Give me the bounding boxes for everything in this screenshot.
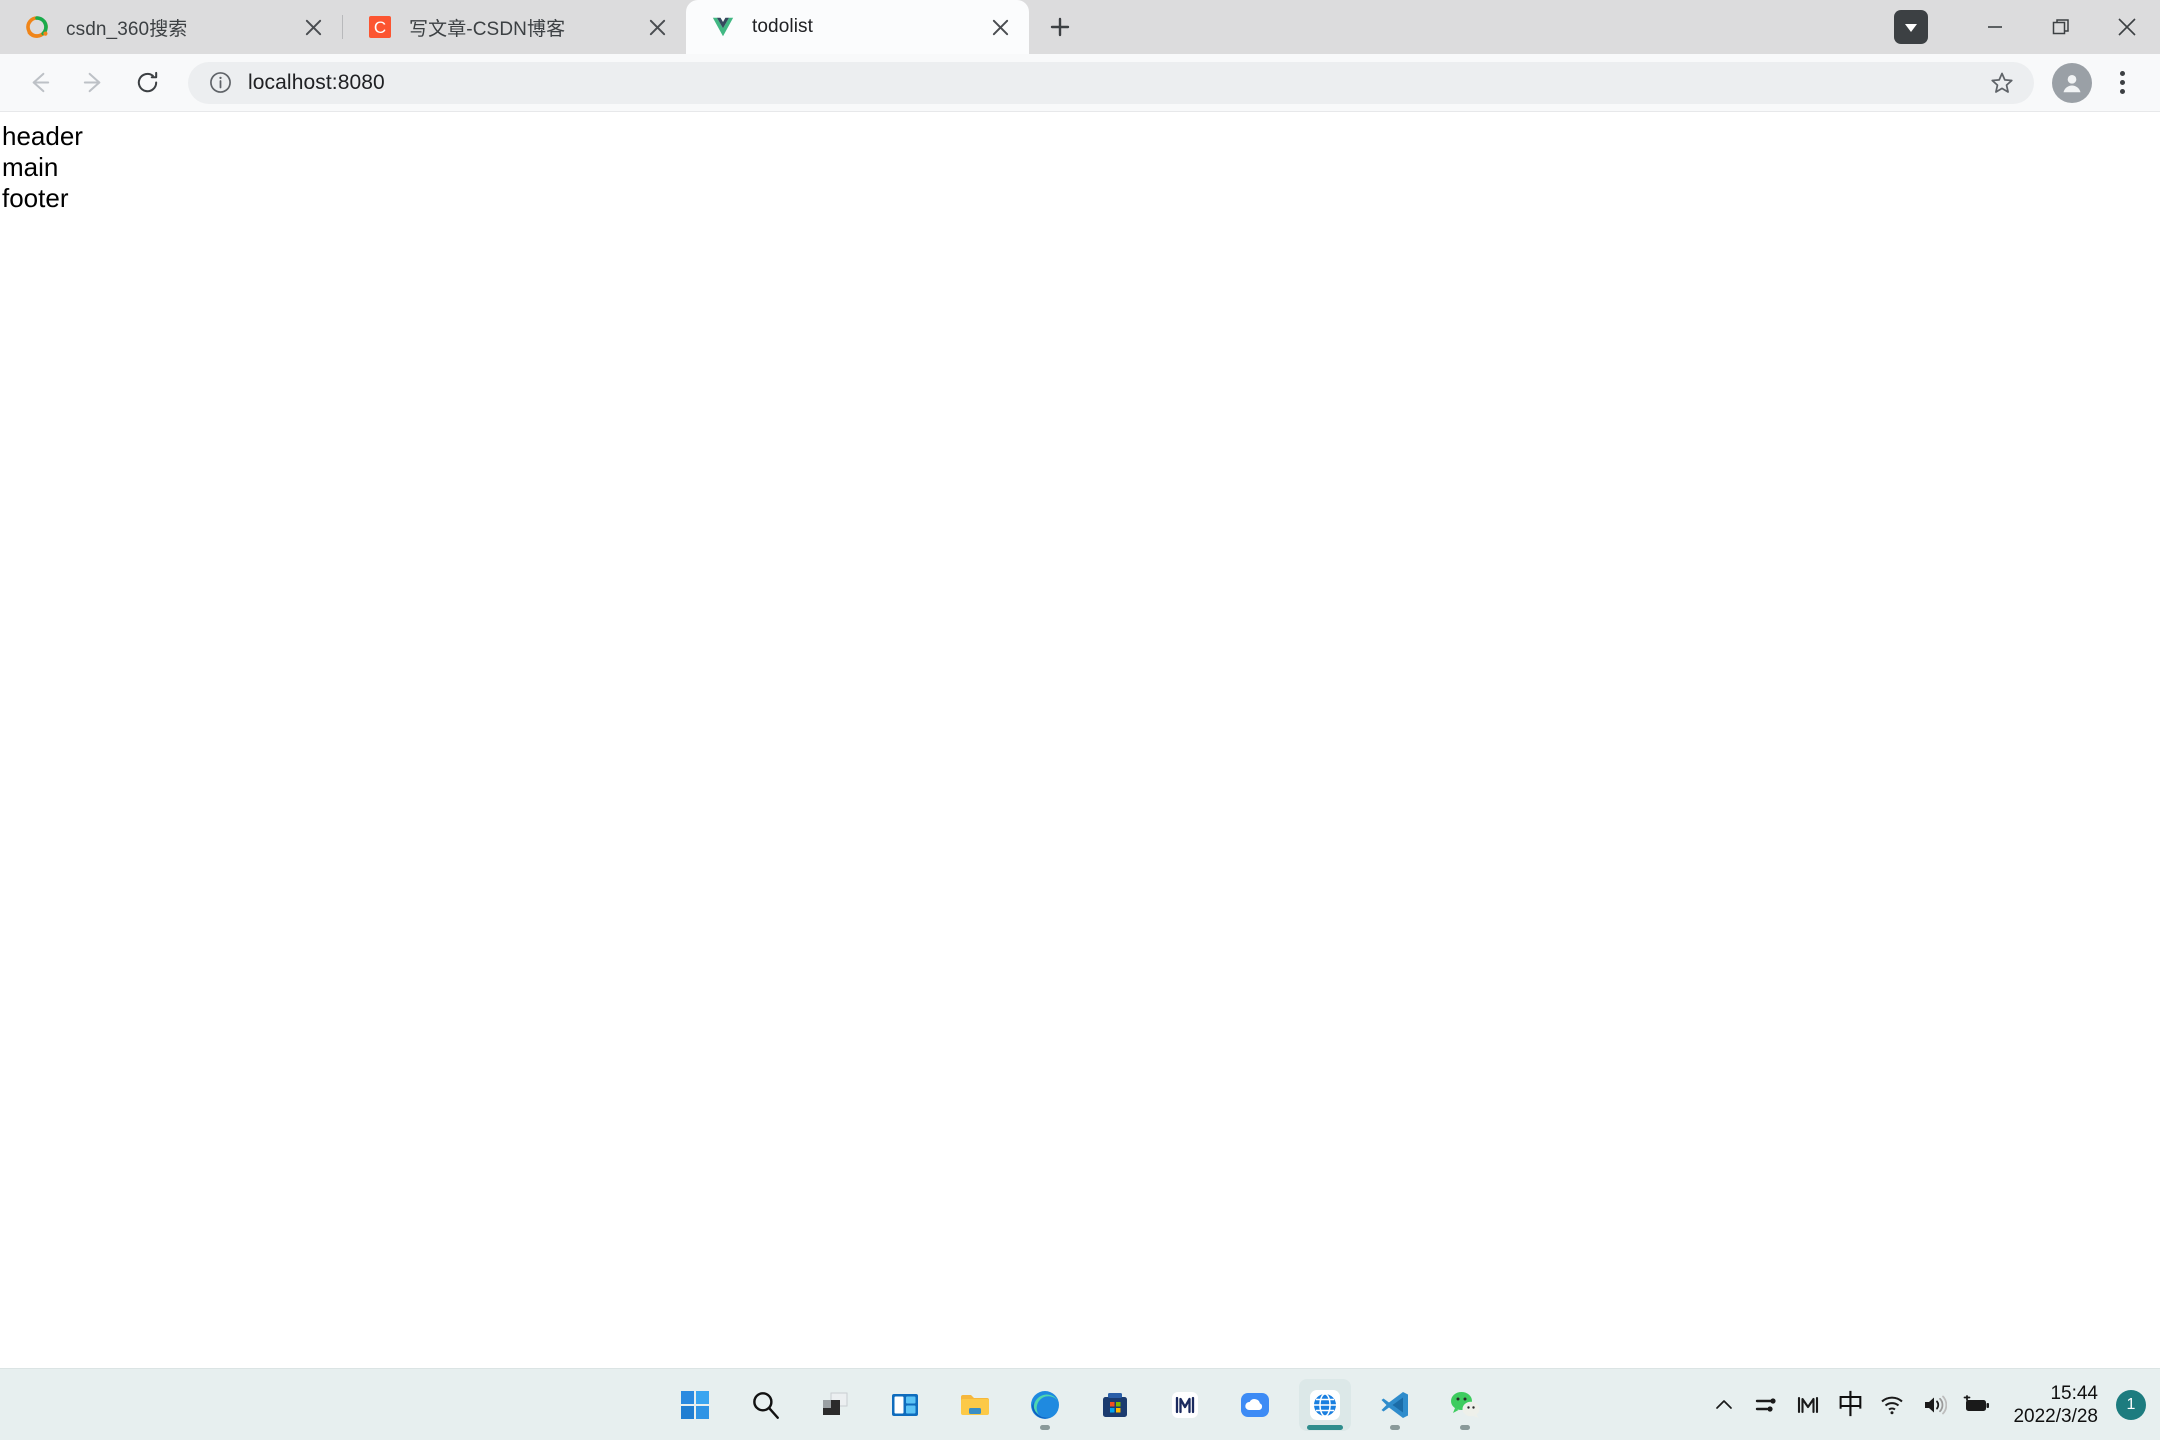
battery-charging-icon[interactable]: [1955, 1369, 1997, 1441]
tab-close-button[interactable]: [981, 8, 1019, 46]
page-text-footer: footer: [2, 183, 2160, 214]
forward-arrow-icon[interactable]: [66, 56, 120, 110]
tab-search-icon[interactable]: [1894, 10, 1928, 44]
reload-icon[interactable]: [120, 56, 174, 110]
running-indicator: [1040, 1425, 1050, 1430]
menu-dot: [2120, 80, 2125, 85]
file-explorer-button[interactable]: [949, 1379, 1001, 1431]
tab-close-button[interactable]: [294, 8, 332, 46]
ime-indicator[interactable]: 中: [1829, 1369, 1871, 1441]
clock-time: 15:44: [2050, 1382, 2098, 1405]
address-bar[interactable]: localhost:8080: [188, 62, 2034, 104]
maximize-button[interactable]: [2028, 0, 2094, 54]
wechat-button[interactable]: [1439, 1379, 1491, 1431]
clock[interactable]: 15:44 2022/3/28: [1997, 1382, 2112, 1428]
page-text-main: main: [2, 152, 2160, 183]
minimize-button[interactable]: [1962, 0, 2028, 54]
tab-csdn-360-search[interactable]: csdn_360搜索: [0, 0, 343, 54]
mathtype-tray-icon[interactable]: [1787, 1369, 1829, 1441]
360-search-icon: [24, 14, 50, 40]
tab-close-button[interactable]: [638, 8, 676, 46]
menu-dot: [2120, 89, 2125, 94]
tab-strip: csdn_360搜索 C 写文章-CSDN博客: [0, 0, 2160, 54]
avatar[interactable]: [2052, 63, 2092, 103]
edge-button[interactable]: [1019, 1379, 1071, 1431]
sliders-icon[interactable]: [1745, 1369, 1787, 1441]
tab-title: 写文章-CSDN博客: [409, 14, 638, 41]
clock-date: 2022/3/28: [2013, 1405, 2098, 1428]
browser-toolbar: localhost:8080: [0, 54, 2160, 112]
search-button[interactable]: [739, 1379, 791, 1431]
csdn-icon: C: [367, 14, 393, 40]
tab-title: todolist: [752, 16, 981, 38]
info-icon[interactable]: [206, 69, 234, 97]
wifi-icon[interactable]: [1871, 1369, 1913, 1441]
windows-taskbar: 中 15:44 2022: [0, 1368, 2160, 1440]
vscode-button[interactable]: [1369, 1379, 1421, 1431]
running-indicator: [1390, 1425, 1400, 1430]
new-tab-button[interactable]: [1037, 4, 1083, 50]
menu-dot: [2120, 71, 2125, 76]
url-text[interactable]: localhost:8080: [248, 71, 1982, 95]
back-arrow-icon[interactable]: [12, 56, 66, 110]
volume-icon[interactable]: [1913, 1369, 1955, 1441]
taskbar-items: [669, 1369, 1491, 1441]
notification-badge[interactable]: 1: [2116, 1390, 2146, 1420]
window-controls: [1894, 0, 2160, 54]
task-view-button[interactable]: [809, 1379, 861, 1431]
browser-window: csdn_360搜索 C 写文章-CSDN博客: [0, 0, 2160, 1368]
tab-todolist[interactable]: todolist: [686, 0, 1029, 54]
system-tray: 中 15:44 2022: [1703, 1369, 2160, 1441]
page-text-header: header: [2, 121, 2160, 152]
tab-csdn-blog-editor[interactable]: C 写文章-CSDN博客: [343, 0, 686, 54]
tab-title: csdn_360搜索: [66, 14, 294, 41]
widgets-button[interactable]: [879, 1379, 931, 1431]
running-indicator-active: [1307, 1425, 1343, 1430]
vue-icon: [710, 14, 736, 40]
microsoft-store-button[interactable]: [1089, 1379, 1141, 1431]
start-button[interactable]: [669, 1379, 721, 1431]
running-indicator: [1460, 1425, 1470, 1430]
mathtype-button[interactable]: [1159, 1379, 1211, 1431]
cloud-drive-button[interactable]: [1229, 1379, 1281, 1431]
browser-360-button[interactable]: [1299, 1379, 1351, 1431]
three-dot-menu-icon[interactable]: [2102, 61, 2142, 105]
svg-text:C: C: [374, 18, 386, 37]
close-button[interactable]: [2094, 0, 2160, 54]
page-content: header main footer: [0, 113, 2160, 1368]
star-icon[interactable]: [1982, 63, 2022, 103]
chevron-up-icon[interactable]: [1703, 1369, 1745, 1441]
